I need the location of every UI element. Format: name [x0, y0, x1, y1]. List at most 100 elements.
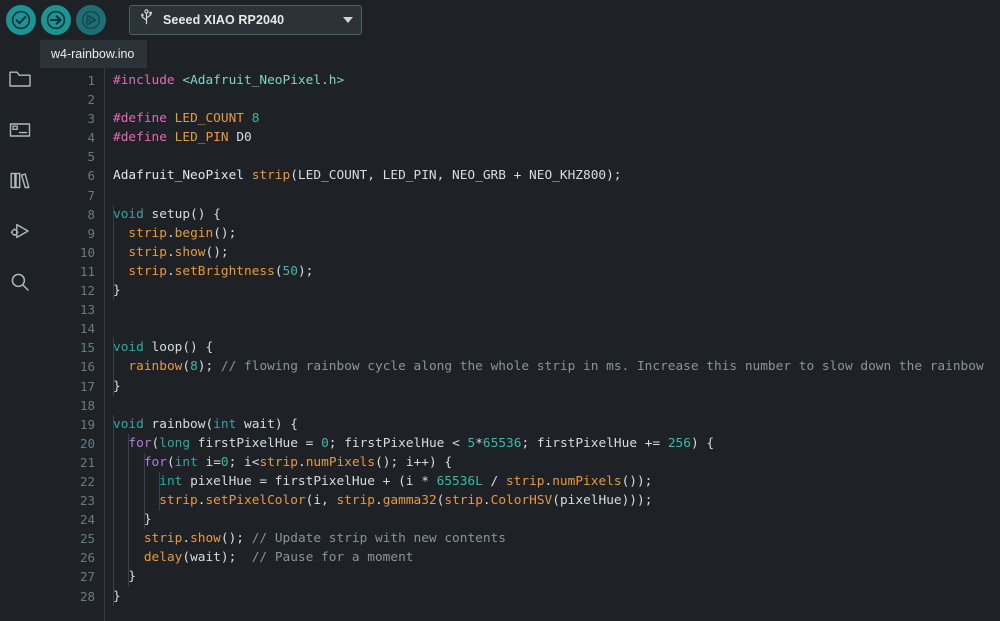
code-line[interactable]: delay(wait); // Pause for a moment: [113, 548, 1000, 567]
code-token: strip: [251, 168, 291, 184]
verify-button[interactable]: [6, 5, 36, 35]
code-token: for: [128, 435, 152, 451]
boards-manager-icon: [9, 122, 31, 137]
code-line[interactable]: Adafruit_NeoPixel strip(LED_COUNT, LED_P…: [113, 166, 1000, 185]
sidebar-item-boards-manager[interactable]: [0, 103, 40, 154]
code-token: show: [174, 244, 206, 260]
code-line[interactable]: rainbow(8); // flowing rainbow cycle alo…: [113, 357, 1000, 376]
code-line[interactable]: }: [113, 567, 1000, 586]
code-line[interactable]: }: [113, 510, 1000, 529]
sidebar-item-library-manager[interactable]: [0, 154, 40, 205]
code-token: ColorHSV: [490, 493, 553, 509]
code-token: ; i<: [228, 454, 260, 470]
code-token: #include: [113, 73, 175, 88]
code-token: );: [297, 263, 314, 279]
code-token: wait) {: [236, 416, 298, 432]
code-line[interactable]: #define LED_PIN D0: [113, 128, 1000, 147]
line-number: 20: [79, 435, 95, 451]
code-token: ; firstPixelHue +=: [521, 435, 668, 451]
code-editor[interactable]: 1 2 3 4 5 6 7 8 9 10 11 12 13 14 15 16 17 18 19 20 21 22 23 24 2…: [40, 68, 1000, 621]
code-line[interactable]: [113, 147, 1000, 166]
code-line[interactable]: [113, 396, 1000, 415]
code-line[interactable]: [113, 186, 1000, 205]
code-token: strip: [505, 473, 545, 489]
code-line[interactable]: void loop() {: [113, 338, 1000, 357]
code-token: .: [166, 244, 175, 260]
code-line[interactable]: }: [113, 377, 1000, 396]
debug-button[interactable]: [76, 5, 106, 35]
board-selector[interactable]: Seeed XIAO RP2040: [129, 5, 362, 35]
code-line[interactable]: strip.setPixelColor(i, strip.gamma32(str…: [113, 491, 1000, 510]
upload-button[interactable]: [41, 5, 71, 35]
line-number: 17: [79, 378, 95, 394]
books-icon: [10, 172, 30, 188]
code-line[interactable]: void setup() {: [113, 205, 1000, 224]
code-token: ();: [220, 531, 252, 547]
code-token: }: [113, 378, 121, 394]
line-number: 12: [79, 283, 95, 299]
code-token: numPixels: [552, 473, 622, 489]
code-token: 8: [190, 359, 198, 375]
line-number: 1: [87, 73, 95, 88]
code-line[interactable]: [113, 90, 1000, 109]
code-line[interactable]: strip.setBrightness(50);: [113, 262, 1000, 281]
line-number: 22: [79, 473, 95, 489]
code-token: (: [274, 263, 283, 279]
source-code[interactable]: #include <Adafruit_NeoPixel.h> #define L…: [105, 71, 1000, 606]
code-line[interactable]: strip.show();: [113, 243, 1000, 262]
line-number: 25: [79, 531, 95, 547]
sidebar-item-debug[interactable]: [0, 205, 40, 256]
code-line[interactable]: #include <Adafruit_NeoPixel.h>: [113, 71, 1000, 90]
code-token: .: [298, 454, 306, 470]
code-token: show: [190, 531, 221, 547]
code-line[interactable]: int pixelHue = firstPixelHue + (i * 6553…: [113, 472, 1000, 491]
code-token: void: [113, 340, 144, 356]
code-line[interactable]: for(int i=0; i<strip.numPixels(); i++) {: [113, 453, 1000, 472]
code-token: numPixels: [305, 454, 376, 470]
code-token: (i,: [305, 493, 337, 509]
code-token: .: [166, 263, 175, 279]
code-token: strip: [113, 531, 183, 547]
chevron-down-icon[interactable]: [343, 17, 353, 23]
code-token: setBrightness: [174, 263, 275, 279]
code-token: 8: [251, 111, 260, 127]
line-number: 18: [79, 397, 95, 413]
tab-w4-rainbow-ino[interactable]: w4-rainbow.ino: [40, 40, 148, 68]
tab-bar-filler: [147, 40, 1000, 68]
gutter-spacer: [40, 68, 56, 621]
code-line[interactable]: #define LED_COUNT 8: [113, 109, 1000, 128]
code-token: rainbow: [128, 359, 183, 375]
code-token: ();: [205, 244, 229, 260]
code-line[interactable]: strip.show(); // Update strip with new c…: [113, 529, 1000, 548]
code-line[interactable]: }: [113, 281, 1000, 300]
code-token: setPixelColor: [205, 493, 306, 509]
code-line[interactable]: void rainbow(int wait) {: [113, 415, 1000, 434]
code-token: }: [113, 512, 152, 528]
code-line[interactable]: [113, 319, 1000, 338]
sidebar-item-search[interactable]: [0, 256, 40, 307]
code-token: 0: [220, 454, 229, 470]
line-number: 16: [79, 359, 95, 375]
sidebar-item-sketchbook[interactable]: [0, 52, 40, 103]
code-line[interactable]: strip.begin();: [113, 224, 1000, 243]
code-token: strip: [113, 263, 167, 279]
code-token: }: [113, 588, 121, 604]
code-token: }: [113, 569, 137, 585]
code-surface[interactable]: #include <Adafruit_NeoPixel.h> #define L…: [104, 68, 1000, 621]
code-token: // Pause for a moment: [251, 550, 414, 566]
code-token: *: [475, 435, 483, 451]
code-line[interactable]: }: [113, 587, 1000, 606]
code-token: rainbow(: [143, 416, 214, 432]
code-line[interactable]: for(long firstPixelHue = 0; firstPixelHu…: [113, 434, 1000, 453]
code-token: <Adafruit_NeoPixel.h>: [182, 73, 345, 88]
line-number: 23: [79, 493, 95, 509]
code-token: for: [143, 454, 167, 470]
line-number: 3: [87, 111, 95, 127]
line-number: 5: [87, 149, 95, 165]
code-token: .: [182, 531, 191, 547]
code-line[interactable]: [113, 300, 1000, 319]
line-number: 26: [79, 550, 95, 566]
